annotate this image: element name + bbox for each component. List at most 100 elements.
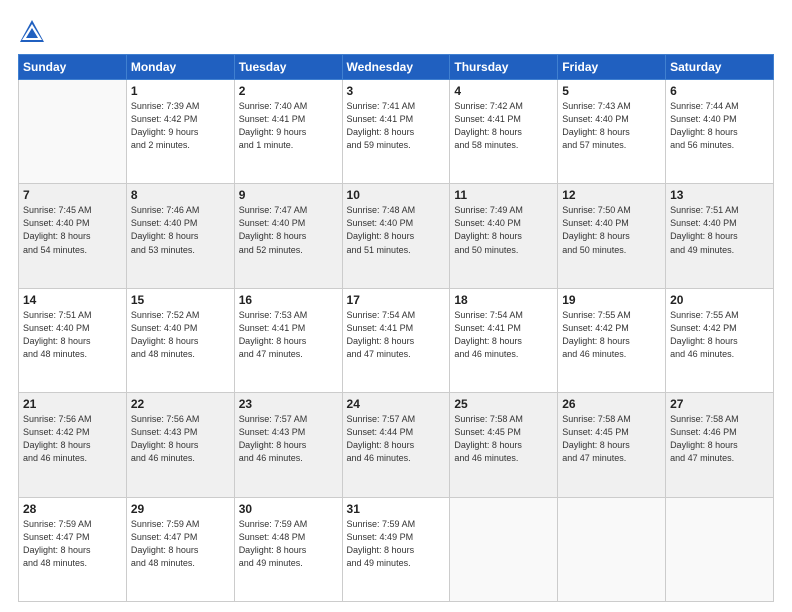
calendar-cell: 6Sunrise: 7:44 AM Sunset: 4:40 PM Daylig… — [666, 80, 774, 184]
calendar-cell: 11 Sunrise: 7:49 AM Sunset: 4:40 PM Dayli… — [450, 184, 558, 288]
calendar-cell: 18Sunrise: 7:54 AM Sunset: 4:41 PM Dayli… — [450, 288, 558, 392]
day-number: 19 — [562, 293, 661, 307]
day-number: 27 — [670, 397, 769, 411]
calendar-cell: 27Sunrise: 7:58 AM Sunset: 4:46 PM Dayli… — [666, 393, 774, 497]
day-number: 9 — [239, 188, 338, 202]
day-info: Sunrise: 7:59 AM Sunset: 4:47 PM Dayligh… — [131, 518, 230, 570]
calendar-cell: 2 Sunrise: 7:40 AM Sunset: 4:41 PM Daylig… — [234, 80, 342, 184]
day-info: Sunrise: 7:51 AM Sunset: 4:40 PM Dayligh… — [670, 204, 769, 256]
day-number: 18 — [454, 293, 553, 307]
day-info: Sunrise: 7:43 AM Sunset: 4:40 PM Dayligh… — [562, 100, 661, 152]
calendar-row-2: 14 Sunrise: 7:51 AM Sunset: 4:40 PM Dayli… — [19, 288, 774, 392]
calendar-cell: 14 Sunrise: 7:51 AM Sunset: 4:40 PM Dayli… — [19, 288, 127, 392]
calendar-cell: 8 Sunrise: 7:46 AM Sunset: 4:40 PM Daylig… — [126, 184, 234, 288]
day-number: 7 — [23, 188, 122, 202]
day-info: Sunrise: 7:50 AM Sunset: 4:40 PM Dayligh… — [562, 204, 661, 256]
day-number: 22 — [131, 397, 230, 411]
calendar-cell: 29 Sunrise: 7:59 AM Sunset: 4:47 PM Dayli… — [126, 497, 234, 601]
day-info: Sunrise: 7:42 AM Sunset: 4:41 PM Dayligh… — [454, 100, 553, 152]
day-info: Sunrise: 7:55 AM Sunset: 4:42 PM Dayligh… — [562, 309, 661, 361]
day-info: Sunrise: 7:58 AM Sunset: 4:45 PM Dayligh… — [454, 413, 553, 465]
calendar-cell: 25 Sunrise: 7:58 AM Sunset: 4:45 PM Dayli… — [450, 393, 558, 497]
day-info: Sunrise: 7:44 AM Sunset: 4:40 PM Dayligh… — [670, 100, 769, 152]
day-number: 10 — [347, 188, 446, 202]
weekday-header-row: SundayMondayTuesdayWednesdayThursdayFrid… — [19, 55, 774, 80]
day-info: Sunrise: 7:52 AM Sunset: 4:40 PM Dayligh… — [131, 309, 230, 361]
calendar-cell: 19 Sunrise: 7:55 AM Sunset: 4:42 PM Dayli… — [558, 288, 666, 392]
day-number: 3 — [347, 84, 446, 98]
day-number: 13 — [670, 188, 769, 202]
calendar-row-0: 1 Sunrise: 7:39 AM Sunset: 4:42 PM Daylig… — [19, 80, 774, 184]
day-number: 8 — [131, 188, 230, 202]
day-info: Sunrise: 7:57 AM Sunset: 4:44 PM Dayligh… — [347, 413, 446, 465]
day-info: Sunrise: 7:56 AM Sunset: 4:43 PM Dayligh… — [131, 413, 230, 465]
calendar-cell: 9 Sunrise: 7:47 AM Sunset: 4:40 PM Daylig… — [234, 184, 342, 288]
day-number: 11 — [454, 188, 553, 202]
day-info: Sunrise: 7:53 AM Sunset: 4:41 PM Dayligh… — [239, 309, 338, 361]
page: SundayMondayTuesdayWednesdayThursdayFrid… — [0, 0, 792, 612]
day-info: Sunrise: 7:51 AM Sunset: 4:40 PM Dayligh… — [23, 309, 122, 361]
day-info: Sunrise: 7:59 AM Sunset: 4:49 PM Dayligh… — [347, 518, 446, 570]
calendar-cell: 15 Sunrise: 7:52 AM Sunset: 4:40 PM Dayli… — [126, 288, 234, 392]
weekday-sunday: Sunday — [19, 55, 127, 80]
day-number: 25 — [454, 397, 553, 411]
day-number: 20 — [670, 293, 769, 307]
calendar-row-4: 28Sunrise: 7:59 AM Sunset: 4:47 PM Dayli… — [19, 497, 774, 601]
day-number: 4 — [454, 84, 553, 98]
day-info: Sunrise: 7:49 AM Sunset: 4:40 PM Dayligh… — [454, 204, 553, 256]
calendar-cell: 22 Sunrise: 7:56 AM Sunset: 4:43 PM Dayli… — [126, 393, 234, 497]
calendar-cell — [19, 80, 127, 184]
day-number: 23 — [239, 397, 338, 411]
day-number: 1 — [131, 84, 230, 98]
calendar-row-1: 7 Sunrise: 7:45 AM Sunset: 4:40 PM Daylig… — [19, 184, 774, 288]
weekday-wednesday: Wednesday — [342, 55, 450, 80]
calendar-cell: 7 Sunrise: 7:45 AM Sunset: 4:40 PM Daylig… — [19, 184, 127, 288]
day-info: Sunrise: 7:45 AM Sunset: 4:40 PM Dayligh… — [23, 204, 122, 256]
weekday-monday: Monday — [126, 55, 234, 80]
weekday-friday: Friday — [558, 55, 666, 80]
calendar-row-3: 21Sunrise: 7:56 AM Sunset: 4:42 PM Dayli… — [19, 393, 774, 497]
day-number: 14 — [23, 293, 122, 307]
day-number: 16 — [239, 293, 338, 307]
day-info: Sunrise: 7:46 AM Sunset: 4:40 PM Dayligh… — [131, 204, 230, 256]
calendar-cell: 10 Sunrise: 7:48 AM Sunset: 4:40 PM Dayli… — [342, 184, 450, 288]
day-number: 15 — [131, 293, 230, 307]
calendar-cell: 17 Sunrise: 7:54 AM Sunset: 4:41 PM Dayli… — [342, 288, 450, 392]
day-info: Sunrise: 7:47 AM Sunset: 4:40 PM Dayligh… — [239, 204, 338, 256]
calendar-cell: 4 Sunrise: 7:42 AM Sunset: 4:41 PM Daylig… — [450, 80, 558, 184]
day-info: Sunrise: 7:54 AM Sunset: 4:41 PM Dayligh… — [347, 309, 446, 361]
calendar-cell: 12 Sunrise: 7:50 AM Sunset: 4:40 PM Dayli… — [558, 184, 666, 288]
calendar-cell — [666, 497, 774, 601]
calendar-table: SundayMondayTuesdayWednesdayThursdayFrid… — [18, 54, 774, 602]
day-number: 30 — [239, 502, 338, 516]
calendar-cell: 1 Sunrise: 7:39 AM Sunset: 4:42 PM Daylig… — [126, 80, 234, 184]
header — [18, 18, 774, 46]
calendar-cell: 30 Sunrise: 7:59 AM Sunset: 4:48 PM Dayli… — [234, 497, 342, 601]
day-number: 5 — [562, 84, 661, 98]
calendar-cell: 24 Sunrise: 7:57 AM Sunset: 4:44 PM Dayli… — [342, 393, 450, 497]
day-info: Sunrise: 7:59 AM Sunset: 4:48 PM Dayligh… — [239, 518, 338, 570]
day-info: Sunrise: 7:40 AM Sunset: 4:41 PM Dayligh… — [239, 100, 338, 152]
day-number: 24 — [347, 397, 446, 411]
day-number: 21 — [23, 397, 122, 411]
day-number: 12 — [562, 188, 661, 202]
day-number: 17 — [347, 293, 446, 307]
calendar-cell: 16 Sunrise: 7:53 AM Sunset: 4:41 PM Dayli… — [234, 288, 342, 392]
logo-icon — [18, 18, 46, 46]
day-info: Sunrise: 7:55 AM Sunset: 4:42 PM Dayligh… — [670, 309, 769, 361]
calendar-cell — [558, 497, 666, 601]
day-info: Sunrise: 7:39 AM Sunset: 4:42 PM Dayligh… — [131, 100, 230, 152]
calendar-cell: 31 Sunrise: 7:59 AM Sunset: 4:49 PM Dayli… — [342, 497, 450, 601]
day-info: Sunrise: 7:41 AM Sunset: 4:41 PM Dayligh… — [347, 100, 446, 152]
day-info: Sunrise: 7:57 AM Sunset: 4:43 PM Dayligh… — [239, 413, 338, 465]
day-number: 29 — [131, 502, 230, 516]
day-number: 2 — [239, 84, 338, 98]
calendar-cell: 5 Sunrise: 7:43 AM Sunset: 4:40 PM Daylig… — [558, 80, 666, 184]
day-info: Sunrise: 7:48 AM Sunset: 4:40 PM Dayligh… — [347, 204, 446, 256]
day-number: 31 — [347, 502, 446, 516]
day-number: 26 — [562, 397, 661, 411]
day-info: Sunrise: 7:59 AM Sunset: 4:47 PM Dayligh… — [23, 518, 122, 570]
weekday-saturday: Saturday — [666, 55, 774, 80]
calendar-cell: 20 Sunrise: 7:55 AM Sunset: 4:42 PM Dayli… — [666, 288, 774, 392]
calendar-cell: 3 Sunrise: 7:41 AM Sunset: 4:41 PM Daylig… — [342, 80, 450, 184]
